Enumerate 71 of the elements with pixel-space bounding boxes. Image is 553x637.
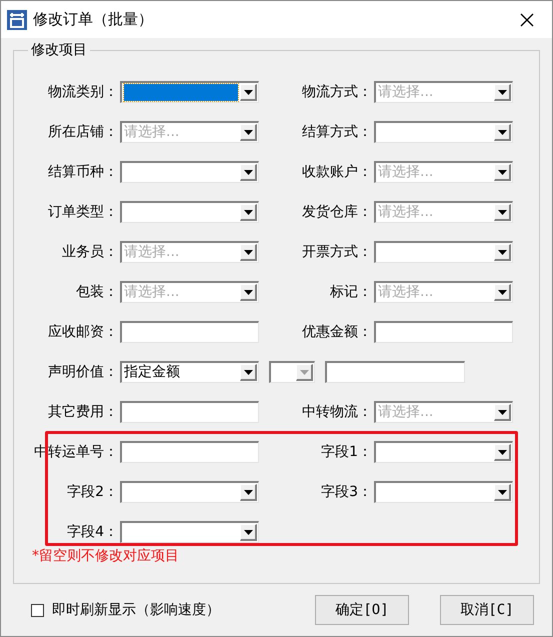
dropdown-field[interactable]: 请选择...: [374, 81, 513, 103]
field-label: 其它费用：: [48, 402, 118, 422]
dropdown-arrow-icon[interactable]: [498, 170, 506, 174]
dropdown-arrow-icon[interactable]: [244, 90, 252, 94]
close-icon[interactable]: [520, 12, 534, 26]
text-input-field[interactable]: [120, 441, 259, 463]
dropdown-arrow-icon[interactable]: [244, 170, 252, 174]
dropdown-arrow-icon[interactable]: [498, 410, 506, 414]
field-label: 字段4：: [67, 522, 118, 542]
dropdown-arrow-icon[interactable]: [498, 450, 506, 454]
dropdown-field[interactable]: [120, 161, 259, 183]
field-label: 中转物流：: [302, 402, 372, 422]
dropdown-field[interactable]: 请选择...: [374, 161, 513, 183]
field-label: 优惠金额：: [302, 322, 372, 342]
cancel-button[interactable]: 取消[C]: [440, 595, 534, 625]
dropdown-arrow-icon[interactable]: [498, 490, 506, 494]
dropdown-arrow-icon[interactable]: [244, 370, 252, 374]
dropdown-arrow-icon[interactable]: [244, 490, 252, 494]
text-input-field[interactable]: [325, 361, 465, 383]
field-label: 字段2：: [67, 482, 118, 502]
field-label: 业务员：: [62, 242, 118, 262]
field-label: 应收邮资：: [48, 322, 118, 342]
field-label: 物流类别：: [48, 82, 118, 102]
text-input-field[interactable]: [120, 401, 259, 423]
dropdown-arrow-icon[interactable]: [498, 250, 506, 254]
field-label: 发货仓库：: [302, 202, 372, 222]
dropdown-field[interactable]: [374, 481, 513, 503]
dropdown-field[interactable]: [374, 121, 513, 143]
dropdown-field[interactable]: 请选择...: [374, 201, 513, 223]
text-input-field[interactable]: [120, 321, 259, 343]
ok-button[interactable]: 确定[O]: [315, 595, 409, 625]
dropdown-arrow-icon[interactable]: [244, 530, 252, 534]
field-label: 开票方式：: [302, 242, 372, 262]
dropdown-field[interactable]: 请选择...: [374, 281, 513, 303]
dropdown-field[interactable]: [374, 241, 513, 263]
dropdown-field[interactable]: [120, 81, 259, 103]
dropdown-field[interactable]: 请选择...: [120, 281, 259, 303]
field-label: 订单类型：: [48, 202, 118, 222]
field-label: 声明价值：: [48, 362, 118, 382]
dropdown-field[interactable]: 指定金额: [120, 361, 259, 383]
dropdown-field[interactable]: [120, 481, 259, 503]
dropdown-arrow-icon[interactable]: [498, 290, 506, 294]
dropdown-arrow-icon[interactable]: [498, 210, 506, 214]
dropdown-arrow-icon[interactable]: [244, 130, 252, 134]
field-label: 字段3：: [321, 482, 372, 502]
dropdown-arrow-icon[interactable]: [498, 90, 506, 94]
field-label: 收款账户：: [302, 162, 372, 182]
field-label: 结算币种：: [48, 162, 118, 182]
dropdown-arrow-icon[interactable]: [244, 250, 252, 254]
checkbox[interactable]: [31, 604, 44, 616]
field-label: 物流方式：: [302, 82, 372, 102]
checkbox-label: 即时刷新显示（影响速度）: [52, 600, 220, 620]
app-icon: [7, 10, 27, 30]
dropdown-field[interactable]: 请选择...: [374, 401, 513, 423]
dropdown-arrow-icon[interactable]: [244, 210, 252, 214]
field-label: 所在店铺：: [48, 122, 118, 142]
hint-text: *留空则不修改对应项目: [32, 547, 180, 566]
dropdown-arrow-icon[interactable]: [244, 290, 252, 294]
group-title: 修改项目: [28, 41, 90, 59]
text-input-field[interactable]: [374, 321, 513, 343]
dropdown-arrow-icon[interactable]: [498, 130, 506, 134]
dropdown-field[interactable]: [374, 441, 513, 463]
dropdown-field[interactable]: [120, 521, 259, 543]
dropdown-field[interactable]: 请选择...: [120, 121, 259, 143]
field-label: 结算方式：: [302, 122, 372, 142]
field-label: 包装：: [76, 282, 118, 302]
window-title: 修改订单（批量）: [33, 9, 153, 30]
field-label: 标记：: [330, 282, 372, 302]
dropdown-field[interactable]: [120, 201, 259, 223]
dropdown-field[interactable]: 请选择...: [120, 241, 259, 263]
field-label: 字段1：: [321, 442, 372, 462]
